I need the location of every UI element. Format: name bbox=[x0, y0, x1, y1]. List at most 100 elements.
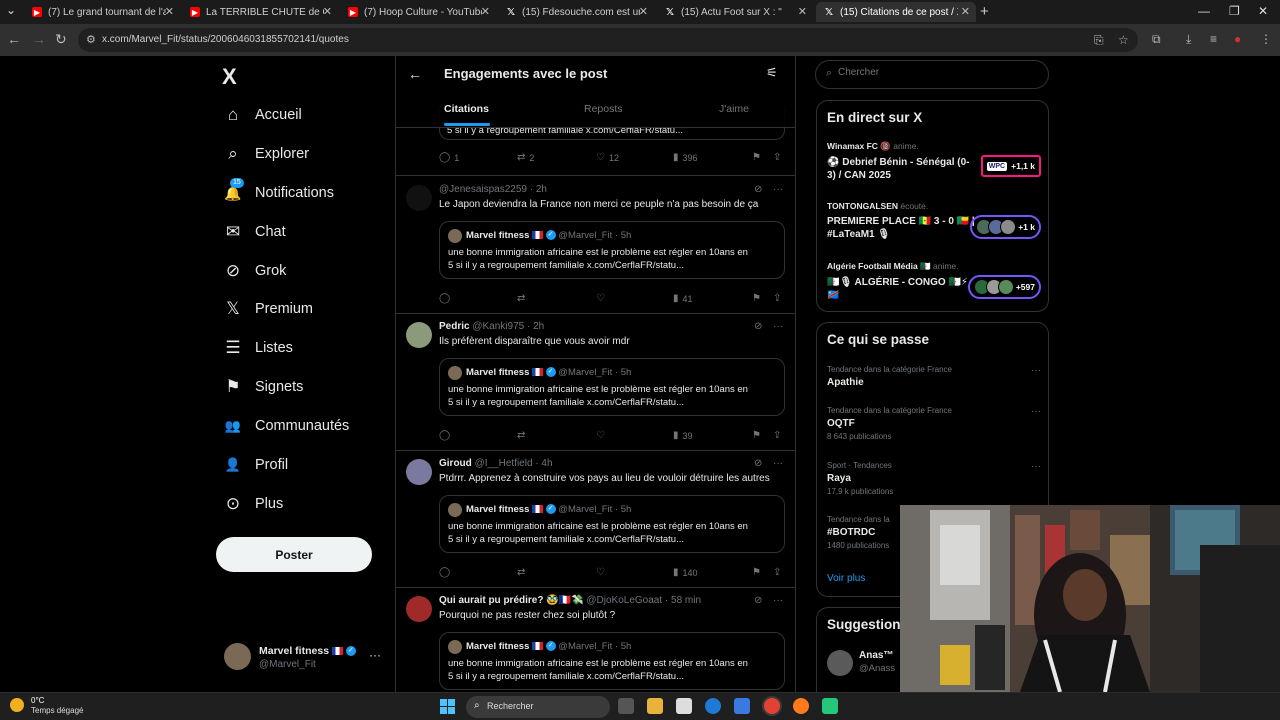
extensions-icon[interactable]: ⧉ bbox=[1152, 32, 1161, 47]
reply-button[interactable]: ◯ 1 bbox=[439, 152, 459, 163]
grok-icon[interactable]: ⊘ bbox=[754, 321, 762, 332]
author-name[interactable]: Qui aurait pu prédire? 🥸🇫🇷💸 bbox=[439, 595, 584, 606]
avatar[interactable] bbox=[406, 322, 432, 348]
sidebar-item-signets[interactable]: ⚑ Signets bbox=[222, 373, 303, 401]
avatar[interactable] bbox=[406, 596, 432, 622]
avatar[interactable] bbox=[406, 185, 432, 211]
browser-tab[interactable]: 𝕏 (15) Fdesouche.com est une re ✕ bbox=[498, 2, 654, 22]
edge-icon[interactable] bbox=[705, 698, 721, 714]
filter-icon[interactable]: ⚟ bbox=[766, 65, 778, 81]
window-close-icon[interactable]: ✕ bbox=[1258, 4, 1268, 18]
quote-post[interactable]: @Jenesaispas2259 · 2h ⊘ ··· Le Japon dev… bbox=[396, 177, 795, 314]
quote-card[interactable]: Marvel fitness ✓ @Marvel_Fit · 5h une bo… bbox=[439, 221, 785, 279]
more-icon[interactable]: ··· bbox=[1031, 461, 1041, 472]
bookmark-star-icon[interactable]: ☆ bbox=[1118, 33, 1129, 47]
share-button[interactable]: ⇪ bbox=[773, 430, 785, 441]
author-handle[interactable]: @I__Hetfield · 4h bbox=[475, 458, 553, 469]
close-tab-icon[interactable]: ✕ bbox=[481, 5, 490, 18]
views-button[interactable]: ▮ 39 bbox=[673, 430, 693, 441]
url-text[interactable]: x.com/Marvel_Fit/status/2006046031855702… bbox=[102, 34, 349, 45]
tab-reposts[interactable]: Reposts bbox=[584, 103, 623, 115]
sidebar-item-notifications[interactable]: 🔔 15 Notifications bbox=[222, 178, 334, 207]
windows-start-icon[interactable] bbox=[440, 699, 455, 714]
sidebar-item-plus[interactable]: ⊙ Plus bbox=[222, 490, 283, 518]
browser-tab[interactable]: 𝕏 (15) Actu Foot sur X : " ✕ bbox=[657, 2, 813, 22]
task-view-icon[interactable] bbox=[618, 698, 634, 714]
close-tab-icon[interactable]: ✕ bbox=[798, 5, 807, 18]
back-arrow-icon[interactable]: ← bbox=[408, 66, 422, 82]
chrome-icon[interactable] bbox=[764, 698, 780, 714]
browser-tab[interactable]: ▶ (7) Hoop Culture - YouTube ✕ bbox=[340, 2, 496, 22]
share-button[interactable]: ⇪ bbox=[773, 567, 785, 578]
live-item[interactable]: Algérie Football Média 🇩🇿 anime. 🇩🇿🎙 ALG… bbox=[827, 261, 1041, 302]
reload-icon[interactable]: ↻ bbox=[55, 31, 67, 48]
quote-card[interactable]: Marvel fitness ✓ @Marvel_Fit · 5h une bo… bbox=[439, 632, 785, 690]
like-button[interactable]: ♡ bbox=[596, 430, 609, 441]
more-icon[interactable]: ··· bbox=[1031, 365, 1041, 376]
live-listeners-pill[interactable]: +1 k bbox=[970, 215, 1041, 239]
bookmark-button[interactable]: ⚑ bbox=[752, 152, 765, 163]
share-button[interactable]: ⇪ bbox=[773, 293, 785, 304]
download-icon[interactable]: ⤓ bbox=[1186, 32, 1191, 47]
notepad-icon[interactable] bbox=[676, 698, 692, 714]
bookmark-button[interactable]: ⚑ bbox=[752, 430, 765, 441]
site-info-icon[interactable]: ⚙ bbox=[86, 33, 96, 46]
more-icon[interactable]: ··· bbox=[773, 595, 783, 606]
quote-card[interactable]: Marvel fitness ✓ @Marvel_Fit · 5h une bo… bbox=[439, 495, 785, 553]
live-listeners-pill[interactable]: +597 bbox=[967, 275, 1041, 299]
search-box[interactable]: ⌕ bbox=[815, 60, 1049, 89]
like-button[interactable]: ♡ bbox=[596, 567, 609, 578]
live-listeners-pill[interactable]: WPC +1,1 k bbox=[980, 155, 1041, 177]
like-button[interactable]: ♡ bbox=[596, 293, 609, 304]
tab-jaime[interactable]: J'aime bbox=[719, 103, 749, 115]
store-icon[interactable] bbox=[734, 698, 750, 714]
author-handle[interactable]: @Kanki975 · 2h bbox=[472, 321, 544, 332]
avatar[interactable] bbox=[406, 459, 432, 485]
reply-button[interactable]: ◯ bbox=[439, 293, 454, 304]
quote-post[interactable]: Qui aurait pu prédire? 🥸🇫🇷💸 @DjoKoLeGoaa… bbox=[396, 588, 795, 692]
browser-tab[interactable]: ▶ (7) Le grand tournant de l'anim ✕ bbox=[24, 2, 180, 22]
sidebar-item-accueil[interactable]: ⌂ Accueil bbox=[222, 101, 302, 129]
suggestion-name[interactable]: Anas™ bbox=[859, 650, 893, 661]
url-field[interactable]: ⚙ x.com/Marvel_Fit/status/20060460318557… bbox=[78, 28, 1138, 52]
grok-icon[interactable]: ⊘ bbox=[754, 184, 762, 195]
restore-icon[interactable]: ❐ bbox=[1229, 4, 1240, 18]
live-item[interactable]: Winamax FC 🔞 anime. ⚽ Debrief Bénin - Sé… bbox=[827, 141, 1041, 182]
repost-button[interactable]: ⇄ 2 bbox=[517, 152, 534, 163]
grok-icon[interactable]: ⊘ bbox=[754, 595, 762, 606]
close-tab-icon[interactable]: ✕ bbox=[639, 5, 648, 18]
sidebar-item-communautes[interactable]: 👥 Communautés bbox=[222, 412, 349, 440]
repost-button[interactable]: ⇄ bbox=[517, 430, 529, 441]
grok-icon[interactable]: ⊘ bbox=[754, 458, 762, 469]
close-tab-icon[interactable]: ✕ bbox=[165, 5, 174, 18]
live-item[interactable]: TONTONGALSEN écoute. PREMIERE PLACE 🇸🇳 3… bbox=[827, 201, 1041, 241]
more-icon[interactable]: ··· bbox=[773, 184, 783, 195]
repost-button[interactable]: ⇄ bbox=[517, 567, 529, 578]
repost-button[interactable]: ⇄ bbox=[517, 293, 529, 304]
post-button[interactable]: Poster bbox=[216, 537, 372, 572]
minimize-icon[interactable]: — bbox=[1198, 4, 1210, 18]
profile-avatar-icon[interactable]: ● bbox=[1234, 32, 1241, 46]
like-button[interactable]: ♡ 12 bbox=[596, 152, 619, 163]
taskbar-search[interactable]: ⌕ Rechercher bbox=[466, 696, 610, 718]
reply-button[interactable]: ◯ bbox=[439, 430, 454, 441]
quote-post[interactable]: Pedric @Kanki975 · 2h ⊘ ··· Ils préfèren… bbox=[396, 314, 795, 451]
sidebar-item-chat[interactable]: ✉ Chat bbox=[222, 218, 286, 246]
author-handle[interactable]: @DjoKoLeGoaat · 58 min bbox=[586, 595, 701, 606]
more-icon[interactable]: ··· bbox=[369, 648, 381, 662]
browser-tab-active[interactable]: 𝕏 (15) Citations de ce post / X ✕ bbox=[816, 2, 976, 22]
quote-post[interactable]: Giroud @I__Hetfield · 4h ⊘ ··· Ptdrrr. A… bbox=[396, 451, 795, 588]
more-icon[interactable]: ··· bbox=[773, 458, 783, 469]
forward-icon[interactable]: → bbox=[32, 31, 46, 47]
bookmark-button[interactable]: ⚑ bbox=[752, 293, 765, 304]
back-icon[interactable]: ← bbox=[7, 31, 21, 47]
author-name[interactable]: Pedric bbox=[439, 321, 470, 332]
weather-icon[interactable] bbox=[10, 698, 24, 712]
sidebar-item-listes[interactable]: ☰ Listes bbox=[222, 334, 293, 362]
sidebar-item-grok[interactable]: ⊘ Grok bbox=[222, 257, 287, 285]
views-button[interactable]: ▮ 41 bbox=[673, 293, 693, 304]
trend-item[interactable]: Tendance dans la catégorie France Apathi… bbox=[827, 365, 1041, 388]
account-switcher[interactable]: Marvel fitness ✓ @Marvel_Fit ··· bbox=[224, 643, 384, 673]
browser-tab[interactable]: ▶ La TERRIBLE CHUTE de ONE PU ✕ bbox=[182, 2, 338, 22]
search-input[interactable] bbox=[838, 67, 1038, 78]
